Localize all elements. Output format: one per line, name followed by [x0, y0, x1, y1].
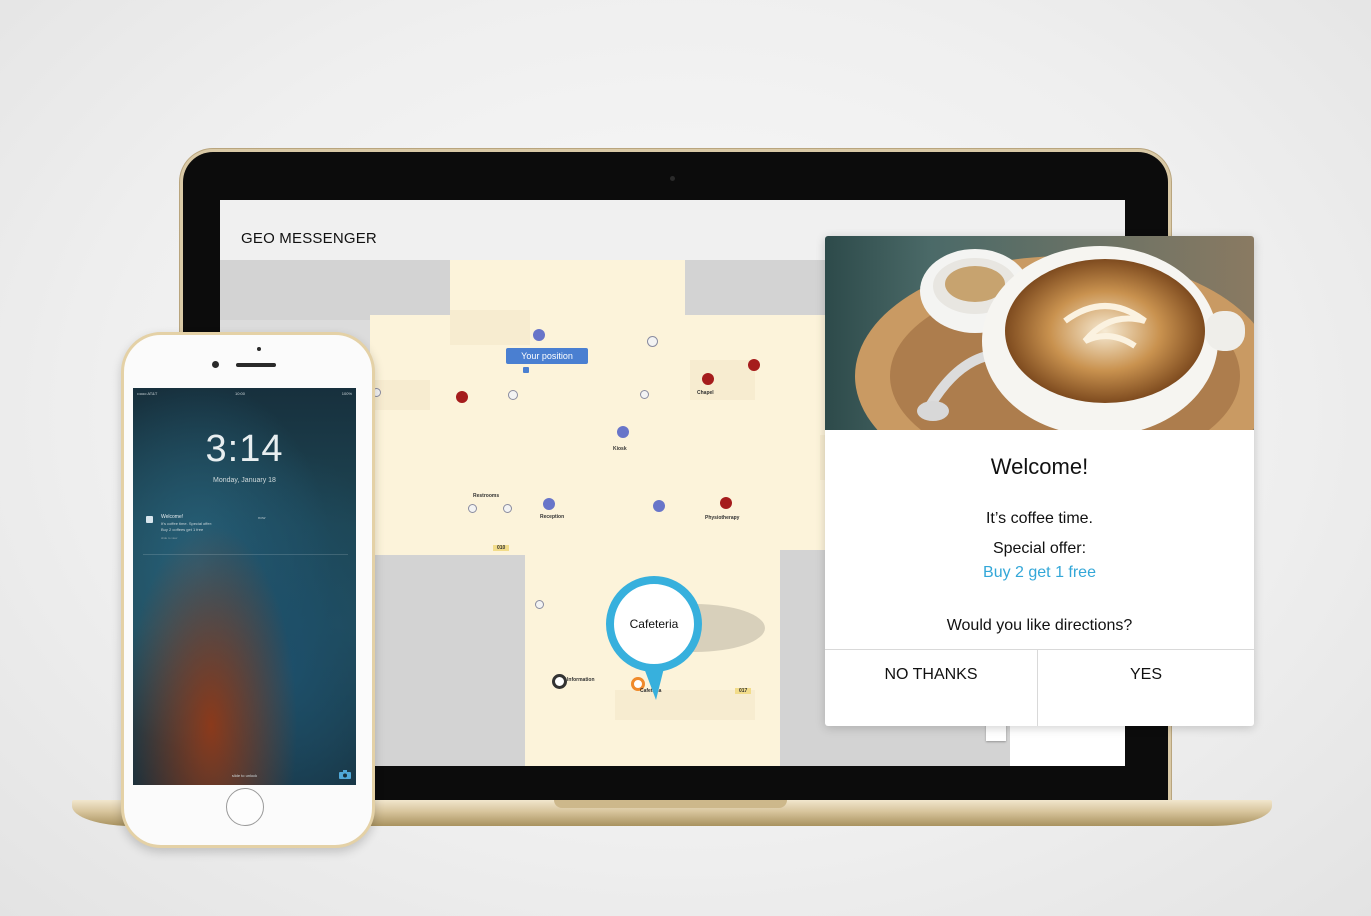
popup-line-2: Special offer:	[992, 540, 1087, 557]
slide-to-unlock[interactable]: slide to unlock	[133, 773, 356, 778]
notification-text: It's coffee time. Special offer:	[161, 521, 213, 526]
camera-icon[interactable]	[339, 770, 351, 779]
divider	[143, 554, 348, 555]
notification-hint: slide to view	[161, 536, 178, 540]
poi-marker[interactable]	[535, 600, 544, 609]
laptop-camera	[670, 176, 675, 181]
map-gray-area	[370, 555, 525, 766]
poi-marker[interactable]	[748, 359, 760, 371]
map-label-reception: Reception	[540, 514, 565, 520]
notification-title[interactable]: Welcome!	[161, 514, 183, 520]
poi-marker[interactable]	[640, 390, 649, 399]
map-label-information: Information	[567, 677, 595, 683]
map-room-number: 010	[493, 545, 510, 551]
popup-title: Welcome!	[990, 454, 1089, 479]
offer-link[interactable]: Buy 2 get 1 free	[983, 564, 1096, 581]
popup-question: Would you like directions?	[946, 617, 1133, 634]
lock-time: 3:14	[205, 428, 284, 470]
no-thanks-button[interactable]: NO THANKS	[825, 650, 1037, 726]
laptop-notch	[554, 800, 787, 808]
popup-offer: Buy 2 get 1 free	[825, 564, 1254, 582]
poi-marker[interactable]	[653, 500, 665, 512]
pin-tail-icon	[644, 668, 664, 700]
carrier-label: ••ooo AT&T	[137, 391, 158, 396]
coffee-image	[825, 236, 1254, 430]
poi-marker[interactable]	[543, 498, 555, 510]
map-room	[450, 310, 530, 345]
map-label-restrooms: Restrooms	[473, 493, 500, 499]
your-position-marker	[523, 367, 529, 373]
popup-line-1: It’s coffee time.	[985, 510, 1093, 527]
cafeteria-pin[interactable]: Cafeteria	[606, 576, 702, 706]
notification-text: Buy 2 coffees get 1 free	[161, 527, 204, 532]
poi-marker[interactable]	[720, 497, 732, 509]
status-center: 10:00	[235, 391, 246, 396]
lock-date: Monday, January 18	[213, 477, 276, 484]
poi-marker[interactable]	[533, 329, 545, 341]
your-position-label: Your position	[506, 348, 588, 364]
map-label-chapel: Chapel	[697, 390, 714, 396]
battery-label: 100%	[341, 391, 352, 396]
map-gray-area	[220, 260, 450, 320]
map-label-kiosk: Kiosk	[613, 446, 627, 452]
poi-marker[interactable]	[647, 336, 658, 347]
offer-popup: Welcome! It’s coffee time. Special offer…	[825, 236, 1254, 726]
map-room-number: 017	[735, 688, 752, 694]
notification-time: now	[258, 515, 266, 520]
poi-marker[interactable]	[702, 373, 714, 385]
yes-button[interactable]: YES	[1038, 650, 1254, 726]
phone-camera	[212, 361, 219, 368]
phone-sensor	[257, 347, 261, 351]
poi-marker[interactable]	[508, 390, 518, 400]
poi-marker[interactable]	[503, 504, 512, 513]
home-button[interactable]	[226, 788, 264, 826]
poi-marker[interactable]	[456, 391, 468, 403]
phone-earpiece	[236, 363, 276, 367]
poi-marker[interactable]	[468, 504, 477, 513]
poi-marker[interactable]	[617, 426, 629, 438]
information-marker[interactable]	[552, 674, 567, 689]
message-icon	[146, 516, 153, 523]
phone-lock-screen[interactable]: ••ooo AT&T 10:00 100% 3:14 Monday, Janua…	[133, 388, 356, 785]
map-label-physiotherapy: Physiotherapy	[705, 515, 740, 521]
app-title: GEO MESSENGER	[241, 230, 377, 247]
